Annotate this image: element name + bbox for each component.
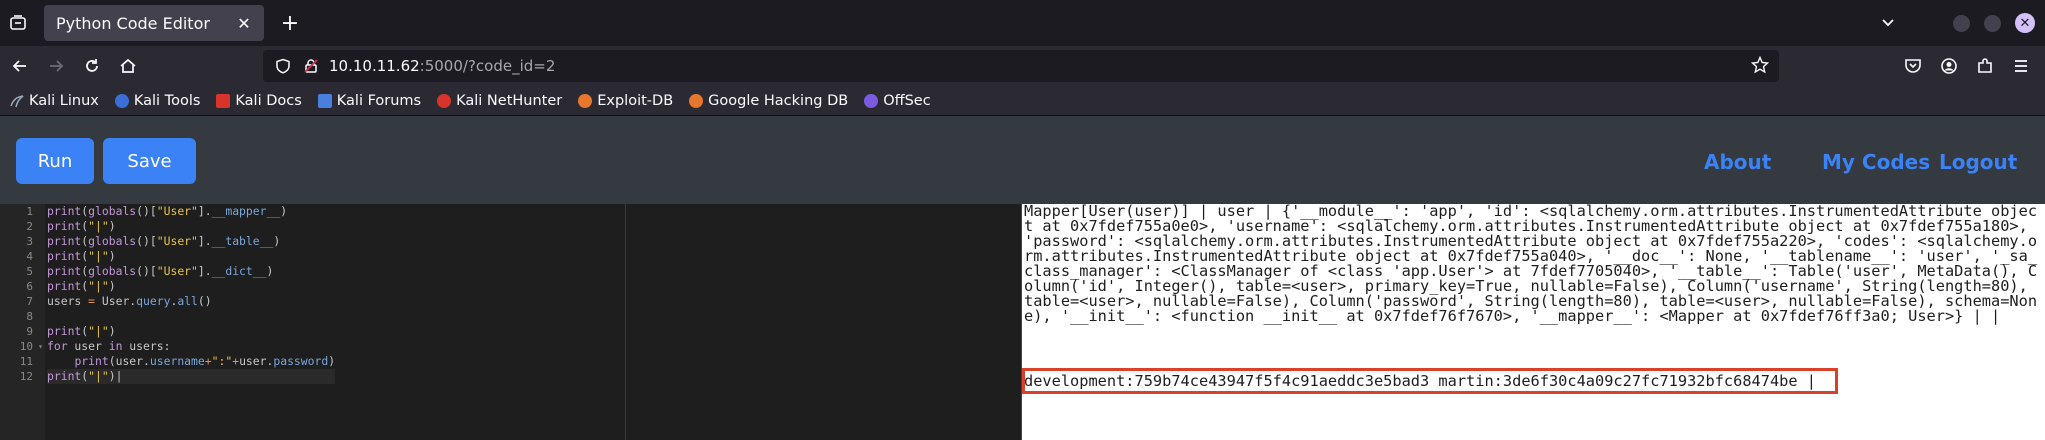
firefox-view-icon[interactable]	[2, 7, 34, 39]
pocket-icon[interactable]	[1897, 50, 1929, 82]
google-hacking-db-icon	[689, 93, 704, 108]
line-number: 9	[26, 325, 33, 338]
home-icon[interactable]	[112, 50, 144, 82]
url-text: 10.10.11.62:5000/?code_id=2	[329, 57, 555, 75]
line-number: 11	[19, 355, 33, 368]
output-panel: Mapper[User(user)] | user | {'__module__…	[1022, 202, 2045, 440]
code-line: print("|")	[47, 324, 116, 338]
code-line: print("|")	[47, 249, 116, 263]
browser-tab[interactable]: Python Code Editor ✕	[44, 5, 264, 41]
extensions-icon[interactable]	[1969, 50, 2001, 82]
forward-arrow-icon[interactable]	[40, 50, 72, 82]
bookmark-label: Google Hacking DB	[708, 92, 849, 109]
insecure-lock-icon[interactable]	[301, 58, 321, 74]
close-tab-icon[interactable]: ✕	[234, 13, 254, 33]
line-number: 12	[19, 370, 33, 383]
url-path: :5000/?code_id=2	[419, 57, 556, 75]
kali-docs-icon	[216, 93, 231, 108]
code-line: for user in users:	[47, 339, 171, 353]
bookmark-label: Kali Docs	[235, 92, 302, 109]
tracking-protection-shield-icon[interactable]	[273, 58, 293, 74]
line-number: 1	[26, 205, 33, 218]
bookmark-kali-docs[interactable]: Kali Docs	[216, 92, 302, 109]
app-header: Run Save About My Codes Logout	[0, 116, 2045, 204]
bookmark-offsec[interactable]: OffSec	[864, 93, 931, 109]
kali-tools-icon	[114, 93, 129, 108]
offsec-icon	[864, 93, 879, 108]
save-button[interactable]: Save	[103, 138, 196, 184]
line-number: 7	[26, 295, 33, 308]
web-page: Run Save About My Codes Logout 1 2 3 4 5…	[0, 116, 2045, 440]
code-editor[interactable]: 1 2 3 4 5 6 7 8 9 10 ▾ 11 12 print(global…	[0, 204, 1021, 440]
bookmark-label: Kali Forums	[336, 92, 422, 109]
close-window-button[interactable]: ✕	[2015, 13, 2035, 33]
address-bar[interactable]: 10.10.11.62:5000/?code_id=2	[263, 50, 1779, 82]
code-content[interactable]: print(globals()["User"].__mapper__) prin…	[47, 204, 336, 384]
line-number: 10 ▾	[0, 339, 45, 354]
run-button[interactable]: Run	[16, 138, 94, 184]
bookmark-star-icon[interactable]	[1750, 55, 1770, 78]
code-line: print(globals()["User"].__mapper__)	[47, 204, 288, 218]
new-tab-icon[interactable]: +	[274, 7, 306, 39]
line-number: 3	[26, 235, 33, 248]
chevron-down-icon[interactable]	[1873, 8, 1903, 38]
fold-arrow-icon[interactable]: ▾	[38, 339, 43, 354]
menu-icon[interactable]	[2005, 50, 2037, 82]
exploit-db-icon	[578, 93, 593, 108]
line-number-gutter: 1 2 3 4 5 6 7 8 9 10 ▾ 11 12	[0, 204, 45, 440]
bookmark-label: Exploit-DB	[597, 92, 674, 109]
line-number: 6	[26, 280, 33, 293]
tab-title: Python Code Editor	[56, 13, 210, 33]
kali-dragon-icon	[10, 94, 24, 108]
url-host: 10.10.11.62	[329, 57, 420, 75]
line-number: 5	[26, 265, 33, 278]
print-margin	[625, 204, 626, 440]
code-line: print(globals()["User"].__table__)	[47, 234, 281, 248]
kali-nethunter-icon	[437, 93, 452, 108]
back-arrow-icon[interactable]	[4, 50, 36, 82]
line-number: 4	[26, 250, 33, 263]
minimize-window-button[interactable]	[1953, 14, 1970, 32]
code-line: print(user.username+":"+user.password)	[74, 354, 336, 368]
line-number-value: 10	[19, 340, 33, 353]
bookmark-kali-forums[interactable]: Kali Forums	[317, 92, 422, 109]
code-line: users = User.query.all()	[47, 294, 212, 308]
code-line: print("|")	[47, 279, 116, 293]
line-number: 8	[26, 310, 33, 323]
maximize-window-button[interactable]	[1984, 14, 2001, 32]
kali-forums-icon	[317, 93, 332, 108]
nav-about-link[interactable]: About	[1704, 150, 1771, 174]
bookmark-label: OffSec	[883, 92, 931, 109]
navigation-toolbar: 10.10.11.62:5000/?code_id=2	[0, 46, 2045, 86]
bookmark-exploit-db[interactable]: Exploit-DB	[578, 93, 673, 109]
bookmark-kali-tools[interactable]: Kali Tools	[114, 92, 201, 109]
account-icon[interactable]	[1933, 50, 1965, 82]
line-number: 2	[26, 220, 33, 233]
output-text: Mapper[User(user)] | user | {'__module__…	[1024, 202, 2038, 325]
bookmarks-toolbar: Kali Linux Kali Tools Kali Docs Kali For…	[0, 86, 2045, 116]
tab-bar: Python Code Editor ✕ + ✕	[0, 0, 2045, 46]
code-line: print(globals()["User"].__dict__)	[47, 264, 274, 278]
bookmark-google-hacking-db[interactable]: Google Hacking DB	[689, 93, 848, 109]
bookmark-kali-nethunter[interactable]: Kali NetHunter	[437, 93, 562, 109]
code-line: print("|")	[47, 219, 116, 233]
bookmark-label: Kali Tools	[133, 92, 201, 109]
highlight-annotation-box	[1022, 368, 1838, 394]
bookmark-label: Kali NetHunter	[456, 92, 563, 109]
reload-icon[interactable]	[76, 50, 108, 82]
nav-my-codes-link[interactable]: My Codes	[1822, 150, 1930, 174]
bookmark-kali-linux[interactable]: Kali Linux	[10, 93, 99, 109]
bookmark-label: Kali Linux	[29, 92, 99, 109]
code-line-active: print("|")|	[47, 369, 336, 384]
nav-logout-link[interactable]: Logout	[1939, 150, 2017, 174]
